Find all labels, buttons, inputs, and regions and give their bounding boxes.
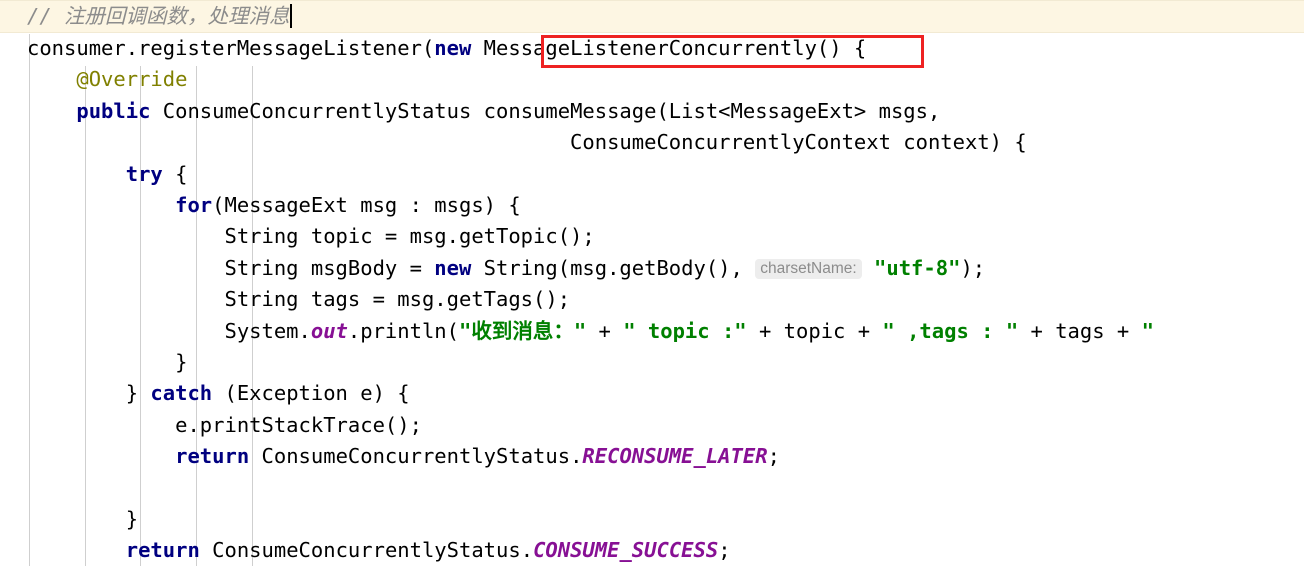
line-println-token-7: " ,tags : " <box>882 318 1019 343</box>
line-register-listener[interactable]: consumer.registerMessageListener(new Mes… <box>0 33 1304 64</box>
line-try-token-2: { <box>162 161 188 186</box>
line-for-token-1: for <box>175 192 213 217</box>
line-register-listener-token-0: consumer.registerMessageListener( <box>27 36 435 60</box>
line-method-signature-token-2: ConsumeConcurrentlyStatus consumeMessage… <box>150 98 941 123</box>
line-println-token-8: + tags + <box>1018 318 1142 343</box>
text-caret <box>289 4 292 28</box>
line-return-success-token-0 <box>27 538 126 562</box>
code-content[interactable]: // 注册回调函数，处理消息 consumer.registerMessageLi… <box>0 0 1304 566</box>
line-catch-token-2: (Exception e) { <box>212 381 410 406</box>
line-tags[interactable]: String tags = msg.getTags(); <box>0 284 1304 315</box>
line-try[interactable]: try { <box>0 159 1304 190</box>
code-editor-viewport[interactable]: // 注册回调函数，处理消息 consumer.registerMessageLi… <box>0 0 1304 566</box>
line-return-success-token-1: return <box>125 538 200 563</box>
line-msgbody-token-6: ); <box>960 255 986 280</box>
line-topic[interactable]: String topic = msg.getTopic(); <box>0 221 1304 252</box>
line-comment-token-0: // 注册回调函数，处理消息 <box>27 4 290 28</box>
line-return-reconsume-token-4: ; <box>767 444 780 469</box>
line-try-token-0 <box>27 162 126 186</box>
line-override-token-0 <box>27 67 76 91</box>
line-return-reconsume-token-0 <box>27 444 175 468</box>
line-return-success-token-3: CONSUME_SUCCESS <box>533 538 719 563</box>
line-for[interactable]: for(MessageExt msg : msgs) { <box>0 190 1304 221</box>
line-method-signature-cont[interactable]: ConsumeConcurrentlyContext context) { <box>0 127 1304 158</box>
line-catch-token-0: } <box>27 381 151 406</box>
line-println-token-6: + topic + <box>746 318 883 343</box>
line-override-token-1: @Override <box>76 67 188 92</box>
line-println[interactable]: System.out.println("收到消息：" + " topic :" … <box>0 316 1304 347</box>
line-msgbody[interactable]: String msgBody = new String(msg.getBody(… <box>0 253 1304 284</box>
line-return-reconsume-token-2: ConsumeConcurrentlyStatus. <box>249 444 583 469</box>
line-for-token-0 <box>27 193 175 217</box>
line-println-token-5: " topic :" <box>623 318 747 343</box>
line-return-success[interactable]: return ConsumeConcurrentlyStatus.CONSUME… <box>0 535 1304 566</box>
line-printstacktrace[interactable]: e.printStackTrace(); <box>0 410 1304 441</box>
line-println-token-3: "收到消息：" <box>459 318 587 343</box>
line-return-reconsume-token-1: return <box>175 444 250 469</box>
line-method-signature-token-1: public <box>76 98 151 123</box>
line-topic-token-0: String topic = msg.getTopic(); <box>27 224 595 249</box>
line-try-token-1: try <box>125 161 163 186</box>
line-println-token-9: " <box>1141 318 1154 343</box>
line-println-token-2: .println( <box>347 318 459 343</box>
line-println-token-0: System. <box>27 318 311 343</box>
line-catch[interactable]: } catch (Exception e) { <box>0 378 1304 409</box>
line-method-signature-cont-token-0: ConsumeConcurrentlyContext context) { <box>27 130 1027 155</box>
line-method-signature[interactable]: public ConsumeConcurrentlyStatus consume… <box>0 96 1304 127</box>
line-return-success-token-2: ConsumeConcurrentlyStatus. <box>199 538 534 563</box>
line-register-listener-token-2: MessageListenerConcurrently() { <box>471 36 867 60</box>
line-println-token-1: out <box>310 318 348 343</box>
line-catch-token-1: catch <box>150 381 213 406</box>
line-println-token-4: + <box>586 318 624 343</box>
line-close-for[interactable]: } <box>0 347 1304 378</box>
line-method-signature-token-0 <box>27 99 76 123</box>
line-register-listener-token-1: new <box>434 36 472 60</box>
line-msgbody-token-5: "utf-8" <box>874 255 961 280</box>
line-return-success-token-4: ; <box>718 538 731 563</box>
line-comment[interactable]: // 注册回调函数，处理消息 <box>0 0 1304 33</box>
line-blank[interactable] <box>0 472 1304 503</box>
line-override[interactable]: @Override <box>0 64 1304 95</box>
line-close-catch[interactable]: } <box>0 504 1304 535</box>
line-for-token-2: (MessageExt msg : msgs) { <box>212 192 521 217</box>
line-msgbody-token-2: String(msg.getBody(), <box>471 255 756 280</box>
line-msgbody-token-0: String msgBody = <box>27 255 435 280</box>
line-return-reconsume[interactable]: return ConsumeConcurrentlyStatus.RECONSU… <box>0 441 1304 472</box>
line-msgbody-token-3: charsetName: <box>755 258 862 279</box>
line-close-for-token-0: } <box>27 349 188 374</box>
line-tags-token-0: String tags = msg.getTags(); <box>27 287 571 312</box>
line-close-catch-token-0: } <box>27 506 139 531</box>
line-printstacktrace-token-0: e.printStackTrace(); <box>27 412 422 437</box>
line-return-reconsume-token-3: RECONSUME_LATER <box>582 444 768 469</box>
line-msgbody-token-4 <box>862 256 874 280</box>
line-msgbody-token-1: new <box>434 255 472 280</box>
